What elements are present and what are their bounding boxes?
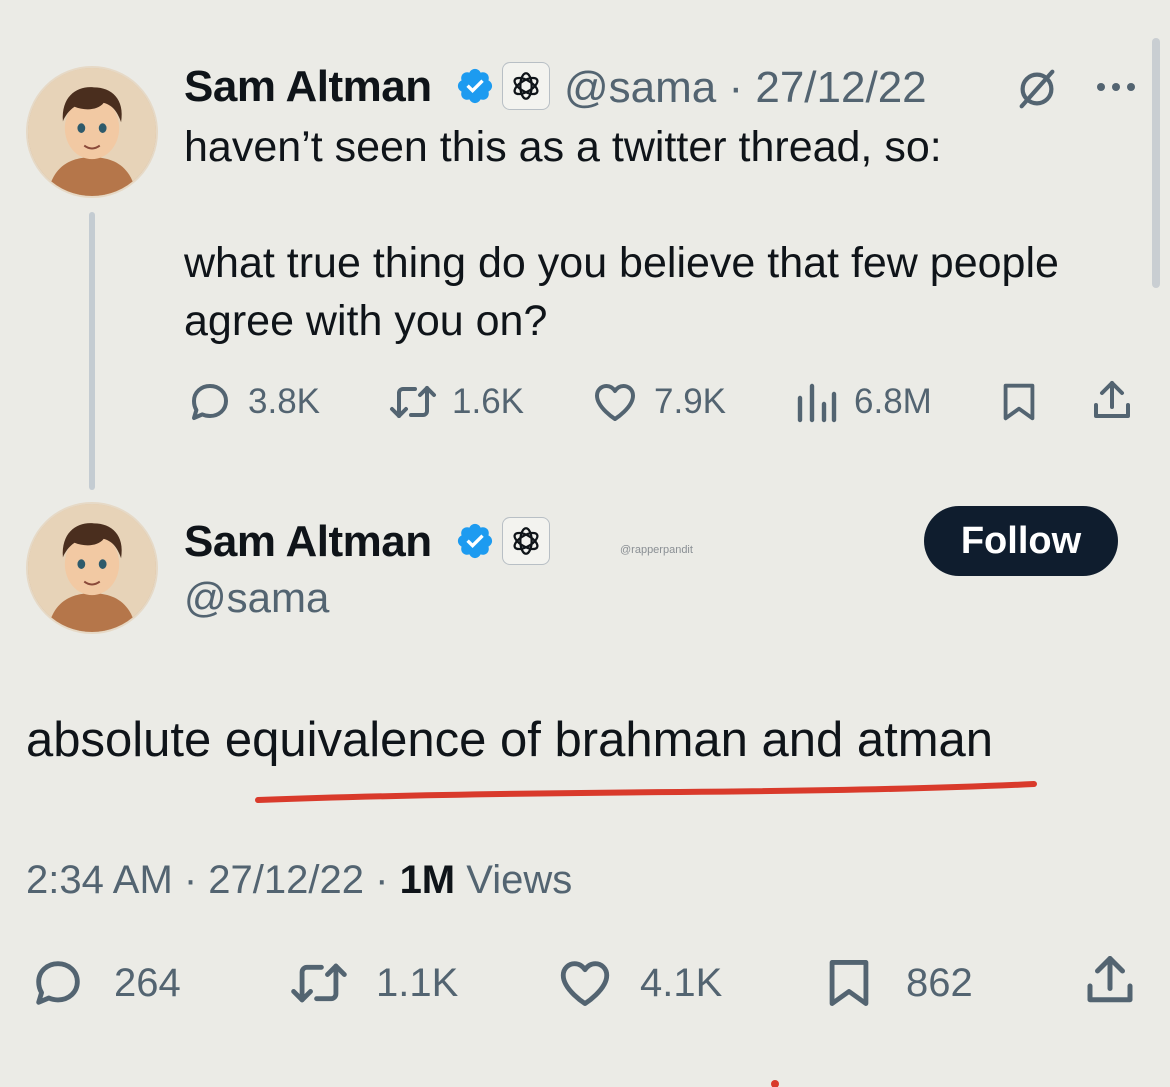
verified-badge-icon <box>457 68 493 104</box>
red-underline-annotation <box>255 781 1037 803</box>
openai-logo-icon <box>513 72 539 100</box>
retweet-button[interactable]: 1.6K <box>386 378 524 426</box>
watermark: @rapperpandit <box>620 544 693 556</box>
tweet-text: haven’t seen this as a twitter thread, s… <box>184 118 1134 350</box>
views-icon <box>797 383 837 423</box>
retweet-icon <box>291 963 347 1003</box>
follow-button[interactable]: Follow <box>924 506 1118 576</box>
views-count: 1M <box>399 858 456 902</box>
bookmark-icon <box>829 960 869 1006</box>
handle[interactable]: @sama <box>184 574 329 622</box>
verified-badge-icon <box>457 523 493 559</box>
tweet-text-line: what true thing do you believe that few … <box>184 239 1059 287</box>
thread-connector-line <box>89 212 95 490</box>
author-name[interactable]: Sam Altman <box>184 62 432 112</box>
handle-and-date[interactable]: @sama · 27/12/22 <box>564 63 927 113</box>
share-icon[interactable] <box>1080 950 1140 1012</box>
more-icon[interactable] <box>1094 80 1138 94</box>
avatar[interactable] <box>26 502 158 634</box>
retweet-count: 1.1K <box>376 960 459 1005</box>
red-dot-artifact <box>771 1080 779 1087</box>
scrollbar[interactable] <box>1152 38 1160 288</box>
reply-count: 264 <box>114 960 181 1005</box>
reply-button[interactable]: 264 <box>28 954 181 1012</box>
bookmark-icon[interactable] <box>996 378 1042 426</box>
share-icon[interactable] <box>1088 376 1136 426</box>
reply-icon <box>36 961 80 1005</box>
reply-button[interactable]: 3.8K <box>186 378 320 426</box>
reply-icon <box>192 384 228 420</box>
timestamp-views: 2:34 AM · 27/12/22 · 1M Views <box>26 858 572 903</box>
bookmark-count: 862 <box>906 960 973 1005</box>
author-name[interactable]: Sam Altman <box>184 517 432 567</box>
avatar-illustration <box>28 68 156 196</box>
grok-icon[interactable] <box>1014 66 1060 112</box>
retweet-button[interactable]: 1.1K <box>286 954 458 1012</box>
like-icon <box>595 384 635 421</box>
views-count: 6.8M <box>854 382 932 421</box>
like-icon <box>560 961 610 1006</box>
tweet-text-line: haven’t seen this as a twitter thread, s… <box>184 123 942 171</box>
openai-logo-icon <box>513 527 539 555</box>
avatar[interactable] <box>26 66 158 198</box>
like-count: 4.1K <box>640 960 723 1005</box>
like-button[interactable]: 4.1K <box>554 954 722 1012</box>
retweet-icon <box>390 386 436 418</box>
like-count: 7.9K <box>654 382 726 421</box>
tweet-text-line: agree with you on? <box>184 297 548 345</box>
like-button[interactable]: 7.9K <box>590 378 726 426</box>
affiliation-badge[interactable] <box>502 62 550 110</box>
views-label: Views <box>455 858 573 902</box>
reply-count: 3.8K <box>248 382 320 421</box>
timestamp[interactable]: 2:34 AM · 27/12/22 · <box>26 858 400 902</box>
bookmark-button[interactable]: 862 <box>820 954 973 1012</box>
retweet-count: 1.6K <box>452 382 524 421</box>
views-button[interactable]: 6.8M <box>794 378 932 426</box>
affiliation-badge[interactable] <box>502 517 550 565</box>
tweet-text: absolute equivalence of brahman and atma… <box>26 713 994 767</box>
avatar-illustration <box>28 504 156 632</box>
